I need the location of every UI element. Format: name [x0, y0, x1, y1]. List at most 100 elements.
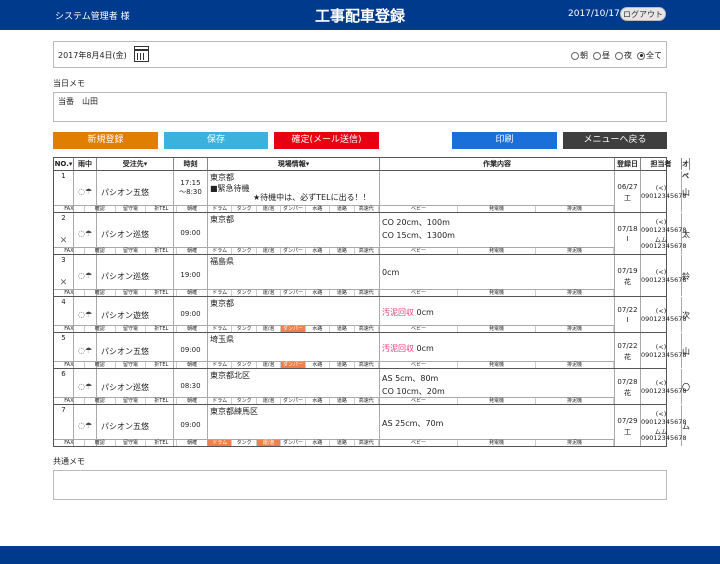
tag-item[interactable]: 排泥機: [536, 248, 614, 254]
save-button[interactable]: 保存: [164, 132, 268, 149]
tag-item[interactable]: 水路: [306, 362, 331, 368]
tag-item[interactable]: 排泥機: [536, 326, 614, 332]
tag-item[interactable]: タンク: [232, 398, 257, 404]
tag-item[interactable]: ダンパー: [281, 248, 306, 254]
tag-item[interactable]: 道路: [330, 290, 355, 296]
tag-item[interactable]: 高速代: [355, 248, 379, 254]
tag-item[interactable]: 排泥機: [536, 206, 614, 212]
umbrella-icon[interactable]: ◌☂: [78, 271, 92, 280]
tag-item[interactable]: FAX: [54, 362, 85, 368]
tag-item[interactable]: 水路: [306, 248, 331, 254]
cancel-mark[interactable]: ✕: [54, 236, 73, 246]
tag-item[interactable]: 排泥機: [536, 398, 614, 404]
tag-item[interactable]: 排泥機: [536, 290, 614, 296]
tag-item[interactable]: 高速代: [355, 398, 379, 404]
column-header[interactable]: NO.▾: [54, 158, 74, 170]
table-row[interactable]: 3 ✕ ◌☂ FAX 確認 留守電 折TEL 朝確 パシオン巡悠 19:00 福島県 ドラム タンク 運/…: [54, 255, 690, 297]
tag-item[interactable]: タンク: [232, 362, 257, 368]
radio-icon[interactable]: [593, 51, 601, 60]
print-button[interactable]: 印刷: [452, 132, 557, 149]
radio-icon[interactable]: [571, 51, 579, 60]
filter-option-2[interactable]: 夜: [615, 50, 632, 61]
tag-item[interactable]: 道路: [330, 248, 355, 254]
tag-item[interactable]: 運/泡: [257, 248, 282, 254]
umbrella-icon[interactable]: ◌☂: [78, 229, 92, 238]
tag-item[interactable]: 水路: [306, 440, 331, 446]
tag-item[interactable]: 道路: [330, 440, 355, 446]
tag-item[interactable]: 水路: [306, 398, 331, 404]
tag-item[interactable]: 高速代: [355, 326, 379, 332]
tag-item[interactable]: 高速代: [355, 290, 379, 296]
tag-item[interactable]: 運/泡: [257, 398, 282, 404]
column-header[interactable]: 現場情報▾: [208, 158, 380, 170]
filter-option-0[interactable]: 朝: [571, 50, 588, 61]
tag-item[interactable]: 道路: [330, 398, 355, 404]
tag-item[interactable]: ドラム: [208, 206, 233, 212]
tag-item[interactable]: 発電機: [458, 440, 536, 446]
tag-item[interactable]: 水路: [306, 290, 331, 296]
logout-button[interactable]: ログアウト: [620, 7, 666, 21]
tag-item[interactable]: ダンパー: [281, 398, 306, 404]
tag-item[interactable]: 発電機: [458, 362, 536, 368]
table-row[interactable]: 7 ◌☂ FAX 確認 留守電 折TEL 朝確 パシオン五悠 09:00 東京都練馬区 ドラム タンク…: [54, 405, 690, 447]
tag-item[interactable]: 高速代: [355, 206, 379, 212]
radio-icon[interactable]: [615, 51, 623, 60]
column-header[interactable]: 受注先▾: [97, 158, 174, 170]
filter-option-3[interactable]: 全て: [637, 50, 662, 61]
table-row[interactable]: 4 ◌☂ FAX 確認 留守電 折TEL 朝確 パシオン遊悠 09:00 東京都 ドラム タンク 運/泡…: [54, 297, 690, 333]
tag-item[interactable]: ドラム: [208, 362, 233, 368]
tag-item[interactable]: 運/泡: [257, 290, 282, 296]
tag-item[interactable]: 排泥機: [536, 440, 614, 446]
tag-item[interactable]: 高速代: [355, 440, 379, 446]
tag-item[interactable]: 道路: [330, 362, 355, 368]
tag-item[interactable]: ドラム: [208, 326, 233, 332]
tag-item[interactable]: 発電機: [458, 290, 536, 296]
calendar-icon[interactable]: [134, 46, 149, 62]
tag-item[interactable]: 運/泡: [257, 326, 282, 332]
tag-item[interactable]: タンク: [232, 248, 257, 254]
tag-item[interactable]: ダンパー: [281, 362, 306, 368]
tag-item[interactable]: 高速代: [355, 362, 379, 368]
umbrella-icon[interactable]: ◌☂: [78, 382, 92, 391]
table-row[interactable]: 5 ◌☂ FAX 確認 留守電 折TEL 朝確 パシオン五悠 09:00 埼玉県 ドラム タンク 運/泡…: [54, 333, 690, 369]
umbrella-icon[interactable]: ◌☂: [78, 187, 92, 196]
tag-item[interactable]: 発電機: [458, 398, 536, 404]
tag-item[interactable]: ドラム: [208, 440, 233, 446]
tag-item[interactable]: FAX: [54, 398, 85, 404]
back-to-menu-button[interactable]: メニューへ戻る: [563, 132, 667, 149]
tag-item[interactable]: ベビー: [380, 326, 458, 332]
tag-item[interactable]: 運/泡: [257, 362, 282, 368]
table-row[interactable]: 1 ◌☂ FAX 確認 留守電 折TEL 朝確 パシオン五悠 17:15 〜8:30 東京都 ■緊急待…: [54, 171, 690, 213]
tag-item[interactable]: 道路: [330, 326, 355, 332]
tag-item[interactable]: ベビー: [380, 440, 458, 446]
tag-item[interactable]: FAX: [54, 290, 85, 296]
filter-option-1[interactable]: 昼: [593, 50, 610, 61]
tag-item[interactable]: ダンパー: [281, 326, 306, 332]
day-memo-textarea[interactable]: 当番 山田: [53, 92, 667, 122]
tag-item[interactable]: FAX: [54, 326, 85, 332]
tag-item[interactable]: FAX: [54, 440, 85, 446]
tag-item[interactable]: 道路: [330, 206, 355, 212]
common-memo-textarea[interactable]: [53, 470, 667, 500]
tag-item[interactable]: ベビー: [380, 290, 458, 296]
confirm-send-button[interactable]: 確定(メール送信): [274, 132, 379, 149]
tag-item[interactable]: ベビー: [380, 362, 458, 368]
tag-item[interactable]: タンク: [232, 440, 257, 446]
tag-item[interactable]: 発電機: [458, 206, 536, 212]
tag-item[interactable]: ドラム: [208, 398, 233, 404]
table-row[interactable]: 2 ✕ ◌☂ FAX 確認 留守電 折TEL 朝確 パシオン巡悠 09:00 東京都 ドラム タンク 運/…: [54, 213, 690, 255]
umbrella-icon[interactable]: ◌☂: [78, 346, 92, 355]
radio-icon[interactable]: [637, 51, 645, 60]
cancel-mark[interactable]: ✕: [54, 278, 73, 288]
tag-item[interactable]: ダンパー: [281, 290, 306, 296]
umbrella-icon[interactable]: ◌☂: [78, 421, 92, 430]
tag-item[interactable]: タンク: [232, 206, 257, 212]
tag-item[interactable]: 発電機: [458, 326, 536, 332]
tag-item[interactable]: ベビー: [380, 398, 458, 404]
tag-item[interactable]: FAX: [54, 206, 85, 212]
tag-item[interactable]: ドラム: [208, 290, 233, 296]
tag-item[interactable]: ベビー: [380, 206, 458, 212]
tag-item[interactable]: 運/泡: [257, 206, 282, 212]
tag-item[interactable]: FAX: [54, 248, 85, 254]
umbrella-icon[interactable]: ◌☂: [78, 310, 92, 319]
